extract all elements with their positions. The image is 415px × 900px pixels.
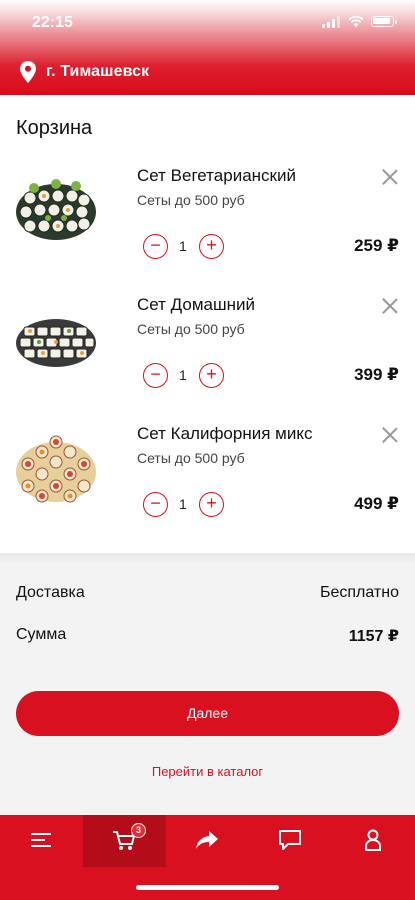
cart-item: Сет Домашний Сеты до 500 руб − 1 + 399 ₽: [0, 285, 415, 413]
increase-quantity-button[interactable]: +: [199, 492, 224, 517]
status-time: 22:15: [32, 14, 73, 31]
total-value: 1157 ₽: [348, 628, 399, 645]
page-title: Корзина: [16, 117, 93, 139]
next-button[interactable]: Далее: [16, 691, 399, 736]
chat-icon: [279, 830, 301, 850]
share-icon: [196, 831, 218, 849]
item-price: 399 ₽: [354, 365, 399, 384]
sushi-set-image: [16, 179, 96, 240]
quantity-stepper: − 1 +: [143, 234, 227, 260]
remove-item-close-icon[interactable]: [380, 296, 400, 316]
item-category: Сеты до 500 руб: [137, 450, 245, 466]
tab-share[interactable]: [166, 815, 249, 867]
increase-quantity-button[interactable]: +: [199, 234, 224, 259]
sushi-set-image: [16, 319, 96, 367]
menu-icon: [31, 833, 51, 847]
quantity-stepper: − 1 +: [143, 492, 227, 518]
decrease-quantity-button[interactable]: −: [143, 363, 168, 388]
battery-icon: [371, 16, 397, 27]
cart-count-badge: 3: [131, 823, 146, 838]
item-category: Сеты до 500 руб: [137, 321, 245, 337]
app-header: 22:15 г. Тимашевск: [0, 0, 415, 95]
item-price: 259 ₽: [354, 236, 399, 255]
tab-menu[interactable]: [0, 815, 83, 867]
home-indicator: [136, 885, 279, 890]
wifi-icon: [348, 15, 364, 27]
item-quantity: 1: [179, 496, 187, 512]
city-name: г. Тимашевск: [46, 63, 150, 80]
delivery-label: Доставка: [16, 584, 85, 601]
city-selector[interactable]: г. Тимашевск: [20, 59, 149, 85]
location-pin-icon: [20, 61, 36, 83]
item-category: Сеты до 500 руб: [137, 192, 245, 208]
tab-chat[interactable]: [249, 815, 332, 867]
sushi-set-image: [16, 435, 96, 503]
decrease-quantity-button[interactable]: −: [143, 492, 168, 517]
panel-shadow: [0, 553, 415, 563]
total-label: Сумма: [16, 626, 67, 643]
profile-icon: [365, 829, 381, 851]
item-name: Сет Домашний: [137, 295, 255, 314]
tab-profile[interactable]: [332, 815, 415, 867]
increase-quantity-button[interactable]: +: [199, 363, 224, 388]
quantity-stepper: − 1 +: [143, 363, 227, 389]
remove-item-close-icon[interactable]: [380, 425, 400, 445]
cart-item: Сет Калифорния микс Сеты до 500 руб − 1 …: [0, 414, 415, 542]
bottom-tab-bar: 3: [0, 815, 415, 900]
item-price: 499 ₽: [354, 494, 399, 513]
item-name: Сет Калифорния микс: [137, 424, 313, 443]
delivery-value: Бесплатно: [319, 584, 399, 601]
item-quantity: 1: [179, 238, 187, 254]
decrease-quantity-button[interactable]: −: [143, 234, 168, 259]
item-quantity: 1: [179, 367, 187, 383]
cellular-signal-icon: [322, 16, 340, 28]
item-name: Сет Вегетарианский: [137, 166, 296, 185]
tab-cart[interactable]: 3: [83, 815, 166, 867]
status-bar: 22:15: [0, 0, 415, 44]
cart-item: Сет Вегетарианский Сеты до 500 руб − 1 +…: [0, 156, 415, 284]
remove-item-close-icon[interactable]: [380, 167, 400, 187]
go-to-catalog-link[interactable]: Перейти в каталог: [0, 764, 415, 779]
